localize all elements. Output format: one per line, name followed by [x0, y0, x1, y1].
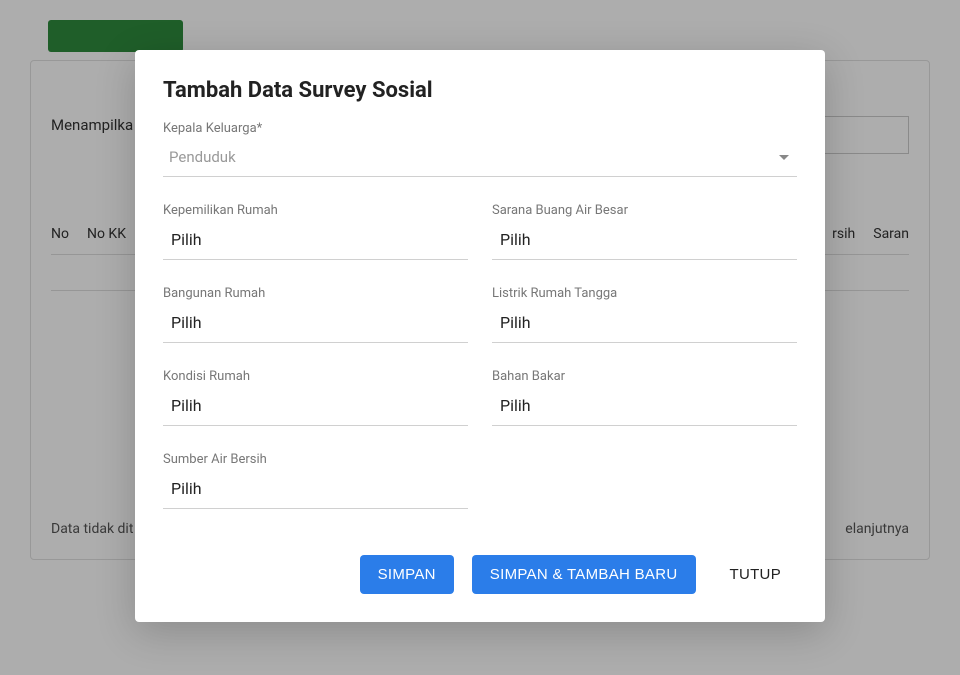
- select-kepala-keluarga-placeholder: Penduduk: [169, 148, 236, 166]
- field-kondisi-rumah: Kondisi Rumah Pilih: [163, 369, 468, 426]
- close-button[interactable]: TUTUP: [714, 555, 798, 594]
- select-kondisi-rumah-value: Pilih: [171, 396, 202, 415]
- select-kepala-keluarga[interactable]: Penduduk: [163, 142, 797, 177]
- field-bangunan-rumah: Bangunan Rumah Pilih: [163, 286, 468, 343]
- label-sumber-air: Sumber Air Bersih: [163, 452, 468, 467]
- select-bahan-bakar[interactable]: Pilih: [492, 390, 797, 426]
- chevron-down-icon: [779, 155, 789, 160]
- field-bahan-bakar: Bahan Bakar Pilih: [492, 369, 797, 426]
- field-sarana-buang-air: Sarana Buang Air Besar Pilih: [492, 203, 797, 260]
- select-bahan-bakar-value: Pilih: [500, 396, 531, 415]
- select-kondisi-rumah[interactable]: Pilih: [163, 390, 468, 426]
- field-sumber-air: Sumber Air Bersih Pilih: [163, 452, 468, 509]
- select-sumber-air[interactable]: Pilih: [163, 473, 468, 509]
- modal-title: Tambah Data Survey Sosial: [163, 78, 797, 103]
- label-bahan-bakar: Bahan Bakar: [492, 369, 797, 384]
- select-sumber-air-value: Pilih: [171, 479, 202, 498]
- save-add-new-button[interactable]: SIMPAN & TAMBAH BARU: [472, 555, 696, 594]
- field-listrik-rumah: Listrik Rumah Tangga Pilih: [492, 286, 797, 343]
- select-sarana-buang-air[interactable]: Pilih: [492, 224, 797, 260]
- label-kepala-keluarga: Kepala Keluarga*: [163, 121, 797, 136]
- save-button[interactable]: SIMPAN: [360, 555, 454, 594]
- add-survey-modal: Tambah Data Survey Sosial Kepala Keluarg…: [135, 50, 825, 622]
- empty-col: [492, 452, 797, 509]
- label-bangunan-rumah: Bangunan Rumah: [163, 286, 468, 301]
- select-bangunan-rumah[interactable]: Pilih: [163, 307, 468, 343]
- select-sarana-buang-air-value: Pilih: [500, 230, 531, 249]
- label-kepemilikan-rumah: Kepemilikan Rumah: [163, 203, 468, 218]
- modal-overlay[interactable]: Tambah Data Survey Sosial Kepala Keluarg…: [0, 0, 960, 675]
- field-kepala-keluarga: Kepala Keluarga* Penduduk: [163, 121, 797, 177]
- label-listrik-rumah: Listrik Rumah Tangga: [492, 286, 797, 301]
- select-listrik-rumah[interactable]: Pilih: [492, 307, 797, 343]
- label-kondisi-rumah: Kondisi Rumah: [163, 369, 468, 384]
- select-bangunan-rumah-value: Pilih: [171, 313, 202, 332]
- field-kepemilikan-rumah: Kepemilikan Rumah Pilih: [163, 203, 468, 260]
- select-listrik-rumah-value: Pilih: [500, 313, 531, 332]
- select-kepemilikan-rumah-value: Pilih: [171, 230, 202, 249]
- select-kepemilikan-rumah[interactable]: Pilih: [163, 224, 468, 260]
- modal-actions: SIMPAN SIMPAN & TAMBAH BARU TUTUP: [163, 555, 797, 594]
- label-sarana-buang-air: Sarana Buang Air Besar: [492, 203, 797, 218]
